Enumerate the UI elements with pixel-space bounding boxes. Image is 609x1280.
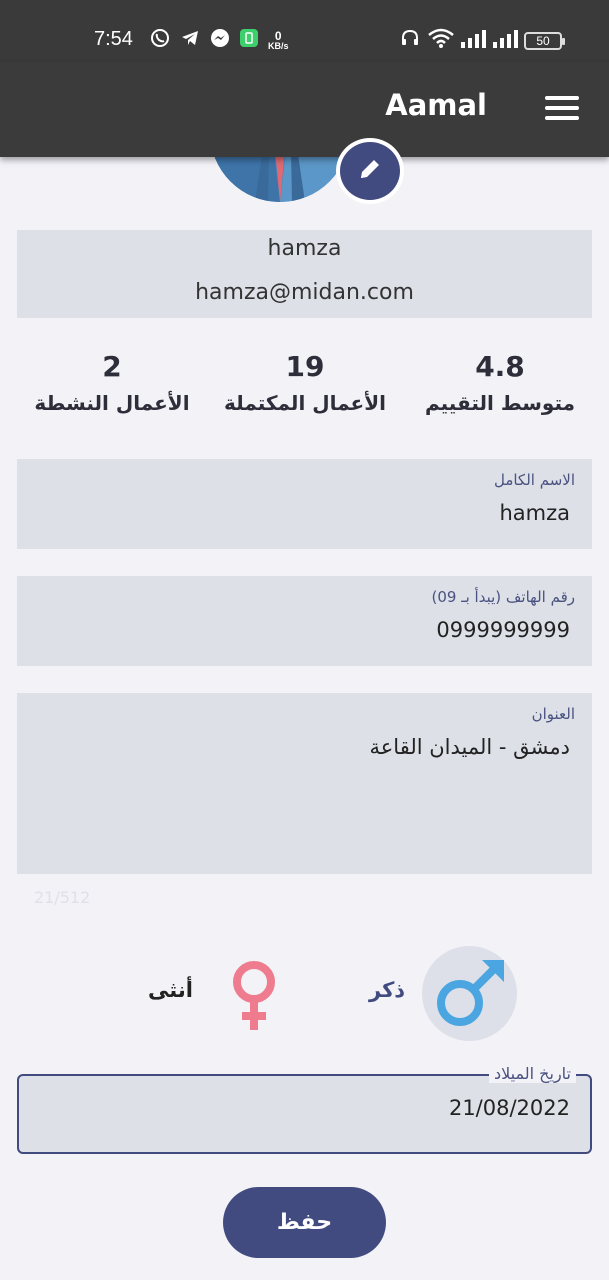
- stat-completed-jobs: 19 الأعمال المكتملة: [212, 350, 398, 416]
- stat-average-rating: 4.8 متوسط التقييم: [410, 350, 590, 416]
- network-speed: 0 KB/s: [268, 30, 289, 51]
- gender-male-label[interactable]: ذكر: [369, 978, 405, 1002]
- battery-saver-icon: [239, 28, 259, 48]
- address-value[interactable]: دمشق - الميدان القاعة: [370, 735, 570, 759]
- stat-completed-label: الأعمال المكتملة: [224, 391, 386, 415]
- save-button[interactable]: حفظ: [223, 1187, 386, 1258]
- pencil-icon: [357, 156, 383, 186]
- phone-label: رقم الهاتف (يبدأ بـ 09): [431, 588, 575, 606]
- edit-avatar-button[interactable]: [336, 138, 404, 204]
- profile-name: hamza: [267, 236, 342, 261]
- address-label: العنوان: [531, 705, 575, 723]
- address-char-counter: 21/512: [34, 888, 91, 907]
- telegram-icon: [180, 28, 200, 48]
- birth-date-label: تاريخ الميلاد: [489, 1064, 576, 1083]
- stat-rating-label: متوسط التقييم: [424, 391, 576, 415]
- female-icon: [228, 961, 280, 1036]
- network-speed-unit: KB/s: [268, 41, 289, 51]
- gender-male-option[interactable]: [422, 946, 517, 1041]
- stat-active-label: الأعمال النشطة: [34, 391, 190, 415]
- stat-rating-value: 4.8: [475, 350, 525, 383]
- male-icon: [422, 960, 517, 1045]
- gender-female-label[interactable]: أنثى: [148, 978, 193, 1002]
- headphones-icon: [400, 28, 420, 48]
- stat-active-value: 2: [102, 350, 122, 383]
- app-bar: Aamal: [0, 62, 609, 157]
- battery-indicator: 50: [524, 32, 565, 50]
- signal-icon-2: [492, 28, 518, 48]
- wifi-icon: [428, 28, 454, 48]
- stat-completed-value: 19: [285, 350, 325, 383]
- phone-field[interactable]: رقم الهاتف (يبدأ بـ 09) 0999999999: [17, 576, 592, 666]
- birth-date-value[interactable]: 21/08/2022: [449, 1096, 570, 1120]
- status-time: 7:54: [94, 28, 133, 50]
- messenger-icon: [210, 28, 230, 48]
- gender-female-option[interactable]: [228, 958, 280, 1032]
- signal-icon-1: [460, 28, 486, 48]
- hamburger-menu-icon[interactable]: [545, 96, 579, 122]
- birth-date-field[interactable]: تاريخ الميلاد 21/08/2022: [17, 1064, 592, 1154]
- full-name-value[interactable]: hamza: [499, 501, 570, 525]
- phone-value[interactable]: 0999999999: [436, 618, 570, 642]
- address-field[interactable]: العنوان دمشق - الميدان القاعة: [17, 693, 592, 874]
- full-name-field[interactable]: الاسم الكامل hamza: [17, 459, 592, 549]
- stat-active-jobs: 2 الأعمال النشطة: [22, 350, 202, 416]
- whatsapp-icon: [150, 28, 170, 48]
- full-name-label: الاسم الكامل: [493, 471, 575, 489]
- profile-email: hamza@midan.com: [195, 280, 414, 305]
- status-bar: 7:54 0 KB/s 50: [0, 0, 609, 62]
- app-title: Aamal: [385, 88, 487, 122]
- profile-card: hamza hamza@midan.com: [17, 230, 592, 318]
